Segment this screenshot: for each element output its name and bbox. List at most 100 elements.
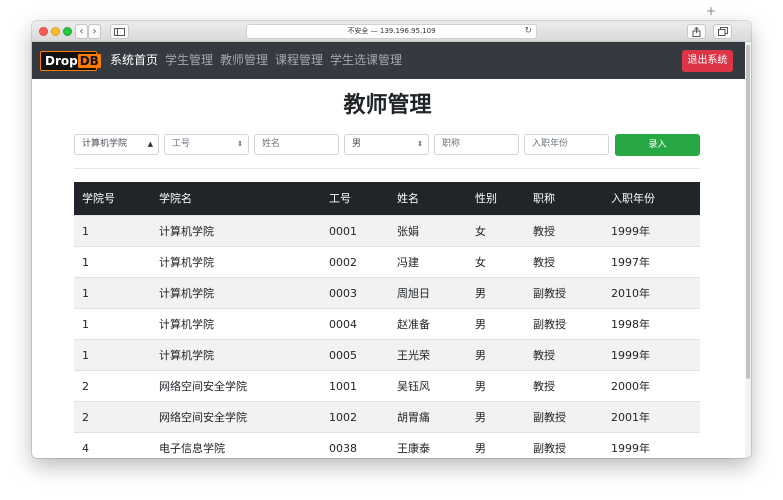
cell-name: 王光荣 [397,349,430,362]
reload-icon[interactable]: ↻ [524,25,532,38]
forward-button[interactable]: › [88,24,101,39]
top-navbar: Drop DB 系统首页 学生管理 教师管理 课程管理 学生选课管理 退出系统 [32,42,751,79]
cell-college-id: 2 [82,411,89,424]
table-row: 1 计算机学院 0003 周旭日 男 副教授 2010年 [74,277,700,308]
table-row: 2 网络空间安全学院 1001 吴钰风 男 教授 2000年 [74,370,700,401]
cell-hire-year: 1999年 [611,349,650,362]
nav-home[interactable]: 系统首页 [110,53,158,68]
table-header: 学院号 学院名 工号 姓名 性别 职称 入职年份 [74,182,700,215]
share-button[interactable] [687,24,706,39]
header-title: 职称 [533,192,555,205]
scrollbar-thumb[interactable] [746,45,750,379]
cell-college-name: 网络空间安全学院 [159,411,247,424]
select-arrows-icon: ⇕ [417,140,423,148]
tabs-overview-button[interactable] [713,24,732,39]
back-button[interactable]: ‹ [75,24,88,39]
cell-gender: 男 [475,442,486,455]
cell-hire-year: 1999年 [611,225,650,238]
share-icon [692,26,701,37]
cell-name: 张娟 [397,225,419,238]
cell-title: 副教授 [533,287,566,300]
url-text: 不安全 — 139.196.95.109 [347,27,436,35]
college-select-value: 计算机学院 [82,139,128,149]
teacher-id-placeholder: 工号 [172,139,191,149]
job-title-input[interactable]: 职称 [434,134,519,155]
header-college-id: 学院号 [82,192,115,205]
gender-select-value: 男 [352,139,362,149]
table-row: 2 网络空间安全学院 1002 胡胃痛 男 副教授 2001年 [74,401,700,432]
teacher-table: 学院号 学院名 工号 姓名 性别 职称 入职年份 1 计算机学院 0001 张娟女教授… [74,182,700,458]
cell-college-id: 1 [82,318,89,331]
dropdb-logo[interactable]: Drop DB [40,51,101,71]
cell-hire-year: 1998年 [611,318,650,331]
header-college-name: 学院名 [159,192,192,205]
cell-teacher-id: 0004 [329,318,357,331]
cell-hire-year: 1999年 [611,442,650,455]
cell-college-id: 1 [82,225,89,238]
cell-college-id: 1 [82,287,89,300]
cell-teacher-id: 0001 [329,225,357,238]
job-title-placeholder: 职称 [442,139,461,149]
table-row: 4 电子信息学院 0038 王康泰 男 副教授 1999年 [74,432,700,458]
cell-college-id: 1 [82,256,89,269]
cell-teacher-id: 1001 [329,380,357,393]
table-row: 1 计算机学院 0001 张娟 女 教授 1999年 [74,215,700,246]
table-row: 1 计算机学院 0002 冯建 女 教授 1997年 [74,246,700,277]
cell-gender: 男 [475,349,486,362]
college-select[interactable]: 计算机学院 ▲ [74,134,159,155]
new-tab-button[interactable]: + [706,5,716,17]
cell-teacher-id: 0002 [329,256,357,269]
cell-college-name: 网络空间安全学院 [159,380,247,393]
gender-select[interactable]: 男 ⇕ [344,134,429,155]
nav-teachers[interactable]: 教师管理 [220,53,268,68]
header-teacher-id: 工号 [329,192,351,205]
logout-button[interactable]: 退出系统 [682,50,733,72]
teacher-name-input[interactable]: 姓名 [254,134,339,155]
close-window-button[interactable] [39,27,48,36]
sidebar-toggle-button[interactable] [110,24,129,39]
submit-button[interactable]: 录入 [615,134,700,156]
cell-college-name: 计算机学院 [159,287,214,300]
table-row: 1 计算机学院 0005 王光荣 男 教授 1999年 [74,339,700,370]
section-divider [74,168,700,169]
zoom-window-button[interactable] [63,27,72,36]
cell-gender: 女 [475,256,486,269]
cell-hire-year: 1997年 [611,256,650,269]
cell-title: 教授 [533,256,555,269]
cell-title: 教授 [533,380,555,393]
cell-gender: 男 [475,411,486,424]
stepper-icon[interactable]: ⇕ [237,135,243,154]
cell-title: 副教授 [533,318,566,331]
cell-name: 冯建 [397,256,419,269]
cell-title: 副教授 [533,442,566,455]
table-row: 1 计算机学院 0004 赵准备 男 副教授 1998年 [74,308,700,339]
cell-teacher-id: 0003 [329,287,357,300]
header-name: 姓名 [397,192,419,205]
cell-college-name: 计算机学院 [159,349,214,362]
teacher-id-input[interactable]: 工号 ⇕ [164,134,249,155]
cell-college-id: 2 [82,380,89,393]
cell-teacher-id: 1002 [329,411,357,424]
hire-year-placeholder: 入职年份 [532,139,569,149]
nav-courses[interactable]: 课程管理 [275,53,323,68]
cell-college-name: 计算机学院 [159,256,214,269]
minimize-window-button[interactable] [51,27,60,36]
cell-title: 副教授 [533,411,566,424]
nav-students[interactable]: 学生管理 [165,53,213,68]
cell-hire-year: 2001年 [611,411,650,424]
hire-year-input[interactable]: 入职年份 [524,134,609,155]
cell-college-id: 1 [82,349,89,362]
header-gender: 性别 [475,192,497,205]
cell-gender: 女 [475,225,486,238]
cell-name: 胡胃痛 [397,411,430,424]
teacher-name-placeholder: 姓名 [262,139,281,149]
cell-college-name: 计算机学院 [159,318,214,331]
nav-course-selection[interactable]: 学生选课管理 [330,53,402,68]
cell-name: 赵准备 [397,318,430,331]
select-arrows-icon: ▲ [147,140,153,148]
cell-college-name: 电子信息学院 [159,442,225,455]
address-bar[interactable]: 不安全 — 139.196.95.109 ↻ [246,24,537,39]
sidebar-icon [114,28,125,36]
cell-gender: 男 [475,318,486,331]
browser-titlebar: ‹ › 不安全 — 139.196.95.109 ↻ [32,21,751,42]
